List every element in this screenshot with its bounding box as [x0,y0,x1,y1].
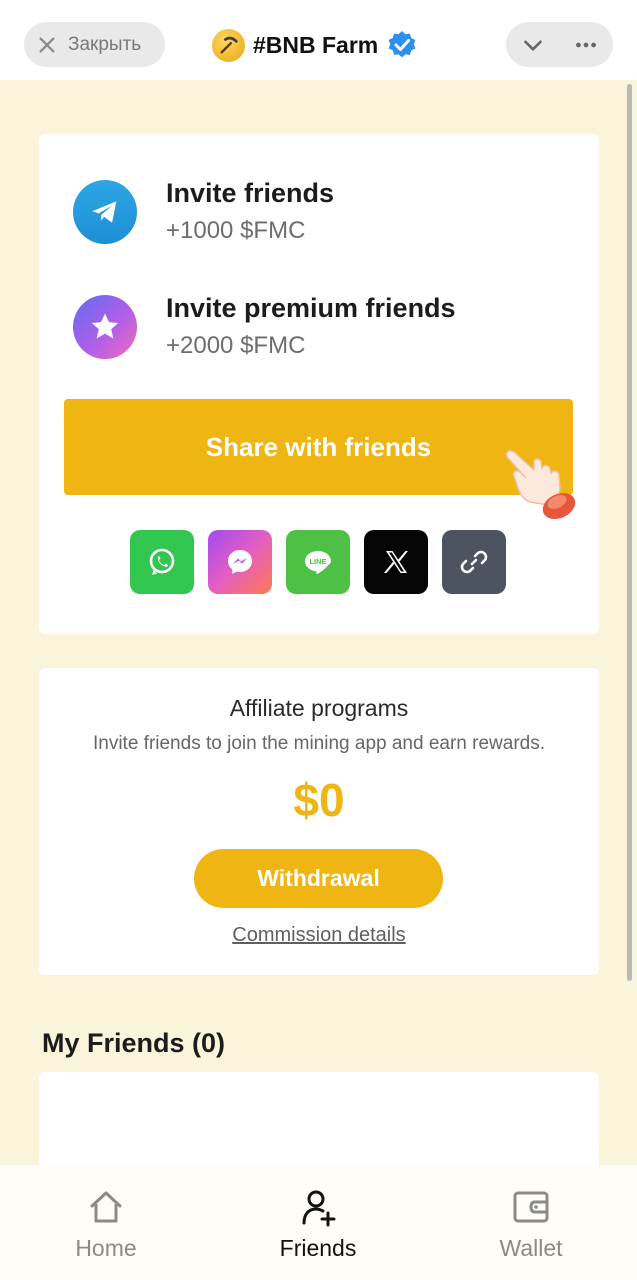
link-icon [460,550,488,574]
home-icon [90,1191,122,1223]
share-label: Share with friends [205,431,432,462]
menu-pill [506,22,613,67]
whatsapp-icon [149,548,175,575]
close-label: Закрыть [68,33,142,55]
verified-badge-icon [388,31,416,58]
invite-friends-row: Invite friends +1000 $FMC [73,177,334,247]
wallet-icon [513,1191,549,1223]
invite-card: Invite friends +1000 $FMC Invite premium… [39,134,599,634]
copy-link-button[interactable] [442,530,506,594]
chevron-down-icon[interactable] [520,32,546,58]
app-logo [212,28,245,62]
messenger-icon [228,550,252,574]
affiliate-title: Affiliate programs [229,695,409,721]
invite-title: Invite friends [166,178,335,208]
my-friends-heading: My Friends (0) [42,1028,226,1058]
nav-home-label: Home [75,1235,137,1261]
x-share-button[interactable] [364,530,428,594]
withdrawal-label: Withdrawal [257,865,380,891]
more-icon[interactable] [573,32,599,58]
bottom-nav: Home Friends Wallet [0,1165,637,1280]
close-icon [39,36,55,53]
affiliate-balance: $0 [293,774,345,826]
invite-reward: +1000 $FMC [166,217,306,244]
messenger-share-button[interactable] [208,530,272,594]
nav-home[interactable]: Home [26,1187,186,1262]
commission-details-link[interactable]: Commission details [39,924,599,947]
close-button[interactable]: Закрыть [24,22,165,67]
affiliate-subtitle: Invite friends to join the mining app an… [92,733,546,754]
social-share-row: LINE [130,530,506,594]
nav-friends[interactable]: Friends [238,1187,398,1262]
scrollbar[interactable] [627,84,632,981]
invite-reward: +2000 $FMC [166,332,306,359]
nav-wallet-label: Wallet [499,1235,563,1261]
top-bar: Закрыть #BNB Farm [0,0,637,80]
pointing-hand-icon [505,449,576,520]
app-title: #BNB Farm [253,31,379,58]
withdrawal-button[interactable]: Withdrawal [194,849,443,908]
app-title-area: #BNB Farm [212,26,418,64]
x-icon [384,551,408,573]
nav-friends-label: Friends [279,1235,357,1261]
premium-star-icon [73,295,137,359]
invite-title: Invite premium friends [166,293,456,323]
line-icon: LINE [305,551,331,575]
whatsapp-share-button[interactable] [130,530,194,594]
invite-premium-row: Invite premium friends +2000 $FMC [73,292,456,362]
affiliate-card: Affiliate programs Invite friends to joi… [39,668,599,975]
nav-wallet[interactable]: Wallet [451,1187,611,1262]
telegram-icon [73,180,137,244]
line-share-button[interactable]: LINE [286,530,350,594]
pickaxe-icon [219,36,238,54]
line-icon-text: LINE [309,557,326,566]
add-friend-icon [302,1190,336,1227]
